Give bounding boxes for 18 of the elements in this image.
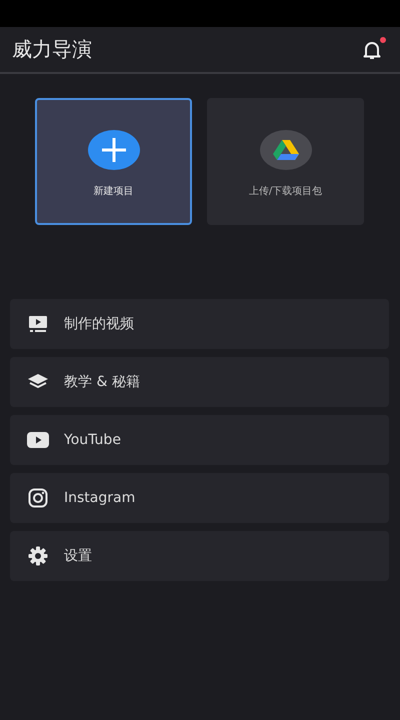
menu-item[interactable]: YouTube xyxy=(10,415,389,465)
menu-item[interactable]: 设置 xyxy=(10,531,389,581)
video-icon xyxy=(28,315,48,333)
settings-icon xyxy=(28,546,48,566)
bell-icon[interactable] xyxy=(362,40,382,60)
menu-item[interactable]: 教学 & 秘籍 xyxy=(10,357,389,407)
app-title: 威力导演 xyxy=(12,36,92,63)
layers-icon xyxy=(27,373,49,391)
card-label: 上传/下载项目包 xyxy=(248,184,322,198)
drive-icon xyxy=(272,138,298,160)
menu-item[interactable]: 制作的视频 xyxy=(10,299,389,349)
menu-item[interactable]: Instagram xyxy=(10,473,389,523)
camera-icon xyxy=(28,488,48,508)
project-card[interactable]: 新建项目 xyxy=(35,98,192,225)
project-card[interactable]: 上传/下载项目包 xyxy=(207,98,364,225)
plus-icon xyxy=(100,136,126,162)
card-label: 新建项目 xyxy=(94,184,134,198)
play-icon xyxy=(27,432,49,448)
